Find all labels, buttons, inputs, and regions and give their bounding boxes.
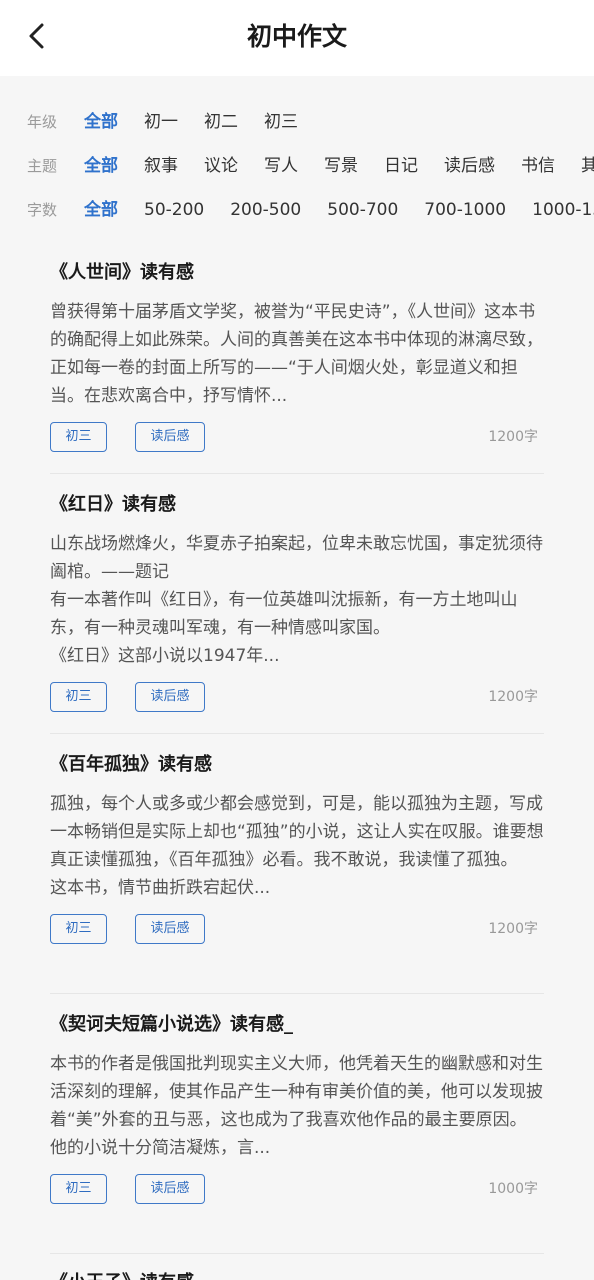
- article-meta: 初三 读后感 1000字: [50, 1174, 544, 1206]
- word-count: 1000字: [488, 1181, 538, 1197]
- length-filter-label: 字数: [27, 201, 58, 219]
- article-card[interactable]: 《百年孤独》读有感 孤独，每个人或多或少都会感觉到，可是，能以孤独为主题，写成一…: [0, 750, 594, 946]
- article-title[interactable]: 《人世间》读有感: [50, 258, 544, 288]
- filter-option[interactable]: 500-700: [327, 196, 398, 224]
- article-title[interactable]: 《红日》读有感: [50, 490, 544, 520]
- length-filter-row: 字数 全部 50-200 200-500 500-700 700-1000 1000-15: [0, 190, 594, 230]
- filter-option[interactable]: 50-200: [144, 196, 204, 224]
- filter-option[interactable]: 初一: [144, 108, 178, 136]
- filter-option[interactable]: 书信: [521, 152, 555, 180]
- word-count: 1200字: [488, 689, 538, 705]
- article-excerpt: 山东战场燃烽火，华夏赤子拍案起，位卑未敢忘忧国，事定犹须待阖棺。——题记 有一本…: [50, 534, 543, 666]
- theme-filter-options: 全部 叙事 议论 写人 写景 日记 读后感 书信其: [84, 152, 594, 180]
- article-card[interactable]: 《小王子》读有感: [0, 1268, 594, 1280]
- filter-option[interactable]: 初三: [264, 108, 298, 136]
- divider: [50, 473, 544, 474]
- filter-option[interactable]: 叙事: [144, 152, 178, 180]
- filter-option[interactable]: 议论: [204, 152, 238, 180]
- type-tag[interactable]: 读后感: [135, 914, 205, 944]
- article-card[interactable]: 《红日》读有感 山东战场燃烽火，华夏赤子拍案起，位卑未敢忘忧国，事定犹须待阖棺。…: [0, 490, 594, 714]
- article-excerpt: 孤独，每个人或多或少都会感觉到，可是，能以孤独为主题，写成一本畅销但是实际上却也…: [50, 794, 544, 898]
- grade-tag[interactable]: 初三: [50, 682, 107, 712]
- divider: [50, 733, 544, 734]
- filter-option[interactable]: 200-500: [230, 196, 301, 224]
- article-meta: 初三 读后感 1200字: [50, 682, 544, 714]
- grade-tag[interactable]: 初三: [50, 1174, 107, 1204]
- type-tag[interactable]: 读后感: [135, 682, 205, 712]
- grade-filter-label: 年级: [27, 113, 58, 131]
- article-meta: 初三 读后感 1200字: [50, 422, 544, 454]
- divider: [50, 993, 544, 994]
- grade-tag[interactable]: 初三: [50, 422, 107, 452]
- article-title[interactable]: 《小王子》读有感: [50, 1268, 544, 1280]
- divider: [50, 1253, 544, 1254]
- filter-option[interactable]: 读后感: [444, 152, 495, 180]
- filter-option[interactable]: 全部: [84, 108, 118, 136]
- type-tag[interactable]: 读后感: [135, 1174, 205, 1204]
- article-card[interactable]: 《契诃夫短篇小说选》读有感_ 本书的作者是俄国批判现实主义大师，他凭着天生的幽默…: [0, 1010, 594, 1206]
- filter-option[interactable]: 其: [581, 152, 594, 180]
- length-filter-options: 全部 50-200 200-500 500-700 700-1000 1000-15: [84, 196, 594, 224]
- article-meta: 初三 读后感 1200字: [50, 914, 544, 946]
- grade-filter-row: 年级 全部 初一 初二 初三: [0, 102, 594, 142]
- article-card[interactable]: 《人世间》读有感 曾获得第十届茅盾文学奖，被誉为“平民史诗”，《人世间》这本书的…: [0, 258, 594, 454]
- top-bar: 初中作文: [0, 0, 594, 76]
- filter-option[interactable]: 全部: [84, 152, 118, 180]
- filter-option[interactable]: 全部: [84, 196, 118, 224]
- page-title: 初中作文: [246, 22, 347, 51]
- filter-option[interactable]: 写景: [324, 152, 358, 180]
- article-title[interactable]: 《契诃夫短篇小说选》读有感_: [50, 1010, 544, 1040]
- filter-option[interactable]: 1000-15: [532, 196, 594, 224]
- filter-option[interactable]: 700-1000: [424, 196, 506, 224]
- article-excerpt: 本书的作者是俄国批判现实主义大师，他凭着天生的幽默感和对生活深刻的理解，使其作品…: [50, 1054, 543, 1158]
- filter-option[interactable]: 日记: [384, 152, 418, 180]
- theme-filter-label: 主题: [27, 157, 58, 175]
- grade-tag[interactable]: 初三: [50, 914, 107, 944]
- article-excerpt: 曾获得第十届茅盾文学奖，被誉为“平民史诗”，《人世间》这本书的确配得上如此殊荣。…: [50, 302, 543, 406]
- theme-filter-row: 主题 全部 叙事 议论 写人 写景 日记 读后感 书信其: [0, 146, 594, 186]
- type-tag[interactable]: 读后感: [135, 422, 205, 452]
- word-count: 1200字: [488, 921, 538, 937]
- word-count: 1200字: [488, 429, 538, 445]
- filter-option[interactable]: 写人: [264, 152, 298, 180]
- grade-filter-options: 全部 初一 初二 初三: [84, 108, 298, 136]
- filter-option[interactable]: 初二: [204, 108, 238, 136]
- article-title[interactable]: 《百年孤独》读有感: [50, 750, 544, 780]
